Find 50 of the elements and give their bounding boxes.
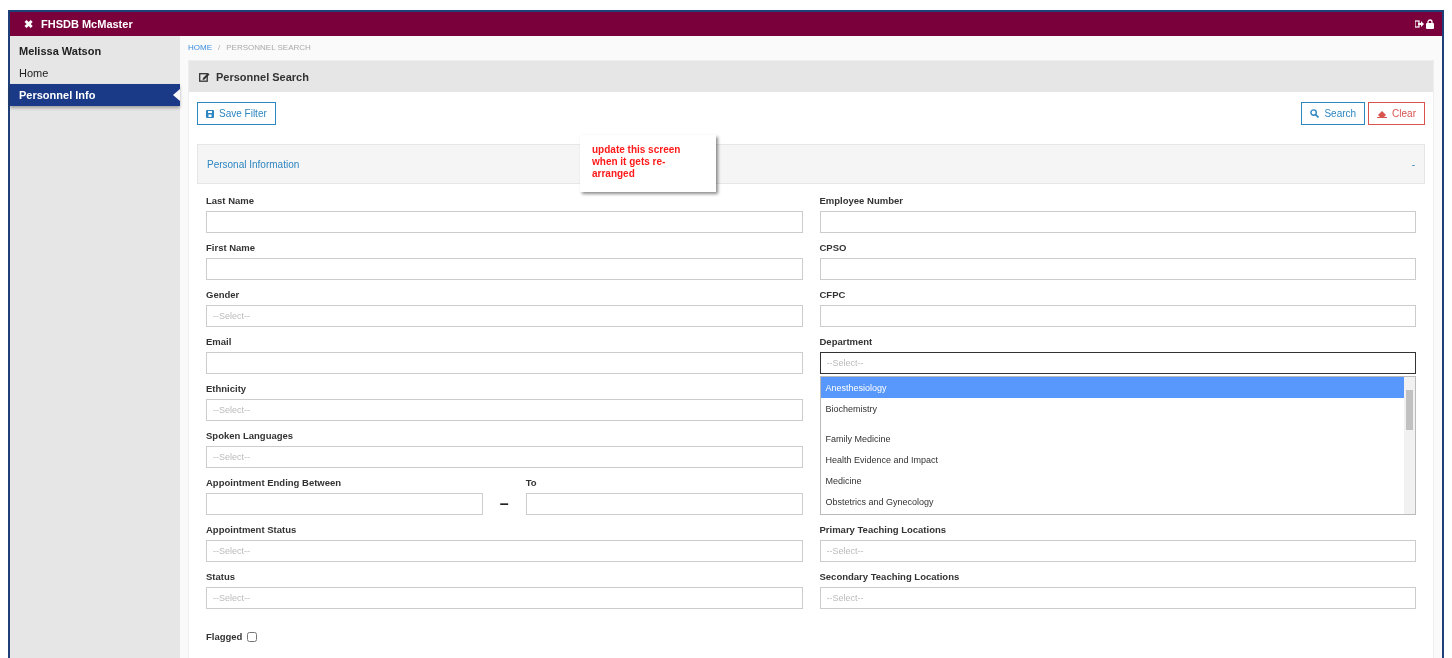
field-label: Department bbox=[819, 336, 874, 347]
clear-button[interactable]: Clear bbox=[1368, 102, 1425, 125]
input-field[interactable] bbox=[819, 211, 1416, 233]
field-label: Employee Number bbox=[819, 195, 904, 206]
date-field[interactable] bbox=[525, 493, 803, 515]
select-field[interactable]: --Select-- bbox=[819, 352, 1416, 374]
field-label: CPSO bbox=[819, 242, 848, 253]
input-field[interactable] bbox=[206, 352, 803, 374]
input-field[interactable] bbox=[819, 305, 1416, 327]
flagged-checkbox[interactable] bbox=[247, 631, 258, 642]
breadcrumb-link[interactable]: HOME bbox=[188, 43, 212, 52]
collapse-toggle[interactable]: - bbox=[1411, 158, 1415, 170]
edit-icon bbox=[199, 71, 210, 82]
field-label: Flagged bbox=[206, 631, 243, 642]
eraser-icon bbox=[1377, 109, 1388, 118]
sticky-note: update this screen when it gets re-arranged bbox=[580, 135, 716, 192]
logout-icon[interactable] bbox=[1415, 20, 1424, 28]
breadcrumb-text: / bbox=[218, 43, 221, 52]
field-label: Status bbox=[206, 571, 237, 582]
sidebar-item[interactable]: Personnel Info bbox=[10, 84, 180, 106]
field-label: Appointment Ending Between bbox=[206, 477, 343, 488]
input-field[interactable] bbox=[819, 258, 1416, 280]
lock-icon[interactable] bbox=[1426, 19, 1434, 29]
field-label: Email bbox=[206, 336, 233, 347]
field-label: Secondary Teaching Locations bbox=[819, 571, 961, 582]
field-label: Spoken Languages bbox=[206, 430, 295, 441]
panel-title: Personnel Search bbox=[216, 70, 309, 83]
range-separator: – bbox=[498, 495, 510, 513]
field-label: To bbox=[525, 477, 538, 488]
search-icon bbox=[1310, 109, 1320, 118]
field-label: CFPC bbox=[819, 289, 847, 300]
user-name: Melissa Watson bbox=[18, 44, 103, 59]
save-filter-button[interactable]: Save Filter bbox=[197, 102, 276, 125]
date-field[interactable] bbox=[206, 493, 483, 515]
scrollbar[interactable] bbox=[1404, 377, 1415, 514]
close-icon[interactable]: ✖ bbox=[24, 17, 33, 31]
field-label: Appointment Status bbox=[206, 524, 298, 535]
breadcrumb-text: PERSONNEL SEARCH bbox=[226, 43, 311, 52]
field-label: Last Name bbox=[206, 195, 256, 206]
sidebar-item[interactable]: Home bbox=[10, 62, 180, 84]
input-field[interactable] bbox=[206, 211, 803, 233]
field-label: Gender bbox=[206, 289, 241, 300]
field-label: Ethnicity bbox=[206, 383, 248, 394]
input-field[interactable] bbox=[206, 258, 803, 280]
field-label: Primary Teaching Locations bbox=[819, 524, 948, 535]
app-title: FHSDB McMaster bbox=[41, 18, 133, 30]
section-title[interactable]: Personal Information bbox=[207, 158, 300, 170]
field-label: First Name bbox=[206, 242, 257, 253]
search-button[interactable]: Search bbox=[1301, 102, 1366, 125]
save-icon bbox=[206, 109, 214, 118]
